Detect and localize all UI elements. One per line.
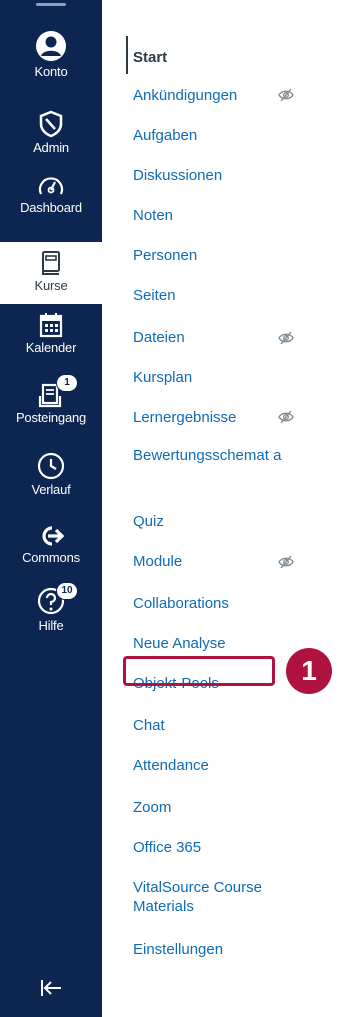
commons-icon [42,526,64,546]
global-nav-label: Hilfe [38,618,64,633]
global-nav-label: Admin [33,140,69,155]
calendar-icon [39,313,63,338]
course-nav-noten[interactable]: Noten [133,206,303,225]
collapse-icon [41,980,61,996]
global-nav-label: Kalender [25,340,77,355]
step-callout: 1 [286,648,332,694]
active-indicator [126,36,128,74]
course-nav-chat[interactable]: Chat [133,716,303,735]
global-nav-label: Konto [34,64,68,79]
book-icon [42,251,60,275]
course-nav-zoom[interactable]: Zoom [133,798,303,817]
global-nav-label: Dashboard [20,200,82,215]
course-nav-diskussionen[interactable]: Diskussionen [133,166,303,185]
help-badge: 10 [56,582,78,600]
global-nav-label: Kurse [34,278,68,293]
course-nav-einstellungen[interactable]: Einstellungen [133,940,303,959]
eye-off-icon [278,88,294,102]
global-nav-label: Verlauf [31,482,71,497]
unread-badge: 1 [56,374,78,392]
course-nav-seiten[interactable]: Seiten [133,286,303,305]
course-nav-neue-analyse[interactable]: Neue Analyse [133,634,303,653]
course-nav-quiz[interactable]: Quiz [133,512,303,531]
clock-icon [37,452,65,480]
global-nav-dashboard[interactable]: Dashboard [0,174,102,215]
user-icon [36,31,66,61]
global-nav-posteingang[interactable]: 1 Posteingang [0,374,102,425]
global-nav-verlauf[interactable]: Verlauf [0,452,102,497]
course-nav-start[interactable]: Start [133,48,303,67]
eye-off-icon [278,410,294,424]
shield-icon [39,110,63,138]
eye-off-icon [278,331,294,345]
global-nav-kalender[interactable]: Kalender [0,312,102,355]
global-nav: Konto Admin Dashboard Kurse Kalender 1 P… [0,0,102,1017]
dashboard-icon [38,177,64,195]
global-nav-label: Posteingang [15,410,87,425]
course-nav-vitalsource[interactable]: VitalSource Course Materials [133,878,298,916]
course-nav-collaborations[interactable]: Collaborations [133,594,303,613]
global-nav-konto[interactable]: Konto [0,30,102,79]
global-nav-hilfe[interactable]: 10 Hilfe [0,582,102,633]
global-nav-commons[interactable]: Commons [0,524,102,565]
global-nav-admin[interactable]: Admin [0,110,102,155]
global-nav-kurse[interactable]: Kurse [0,242,102,304]
course-nav-office-365[interactable]: Office 365 [133,838,303,857]
course-nav-kursplan[interactable]: Kursplan [133,368,303,387]
collapse-nav-button[interactable] [0,977,102,1003]
clipped-top-element [26,0,76,8]
course-nav-attendance[interactable]: Attendance [133,756,303,775]
course-nav-personen[interactable]: Personen [133,246,303,265]
course-nav-bewertungsschemata[interactable]: Bewertungsschemat a [133,446,293,465]
highlight-box [123,656,275,686]
course-nav-aufgaben[interactable]: Aufgaben [133,126,303,145]
global-nav-label: Commons [22,550,80,565]
eye-off-icon [278,555,294,569]
